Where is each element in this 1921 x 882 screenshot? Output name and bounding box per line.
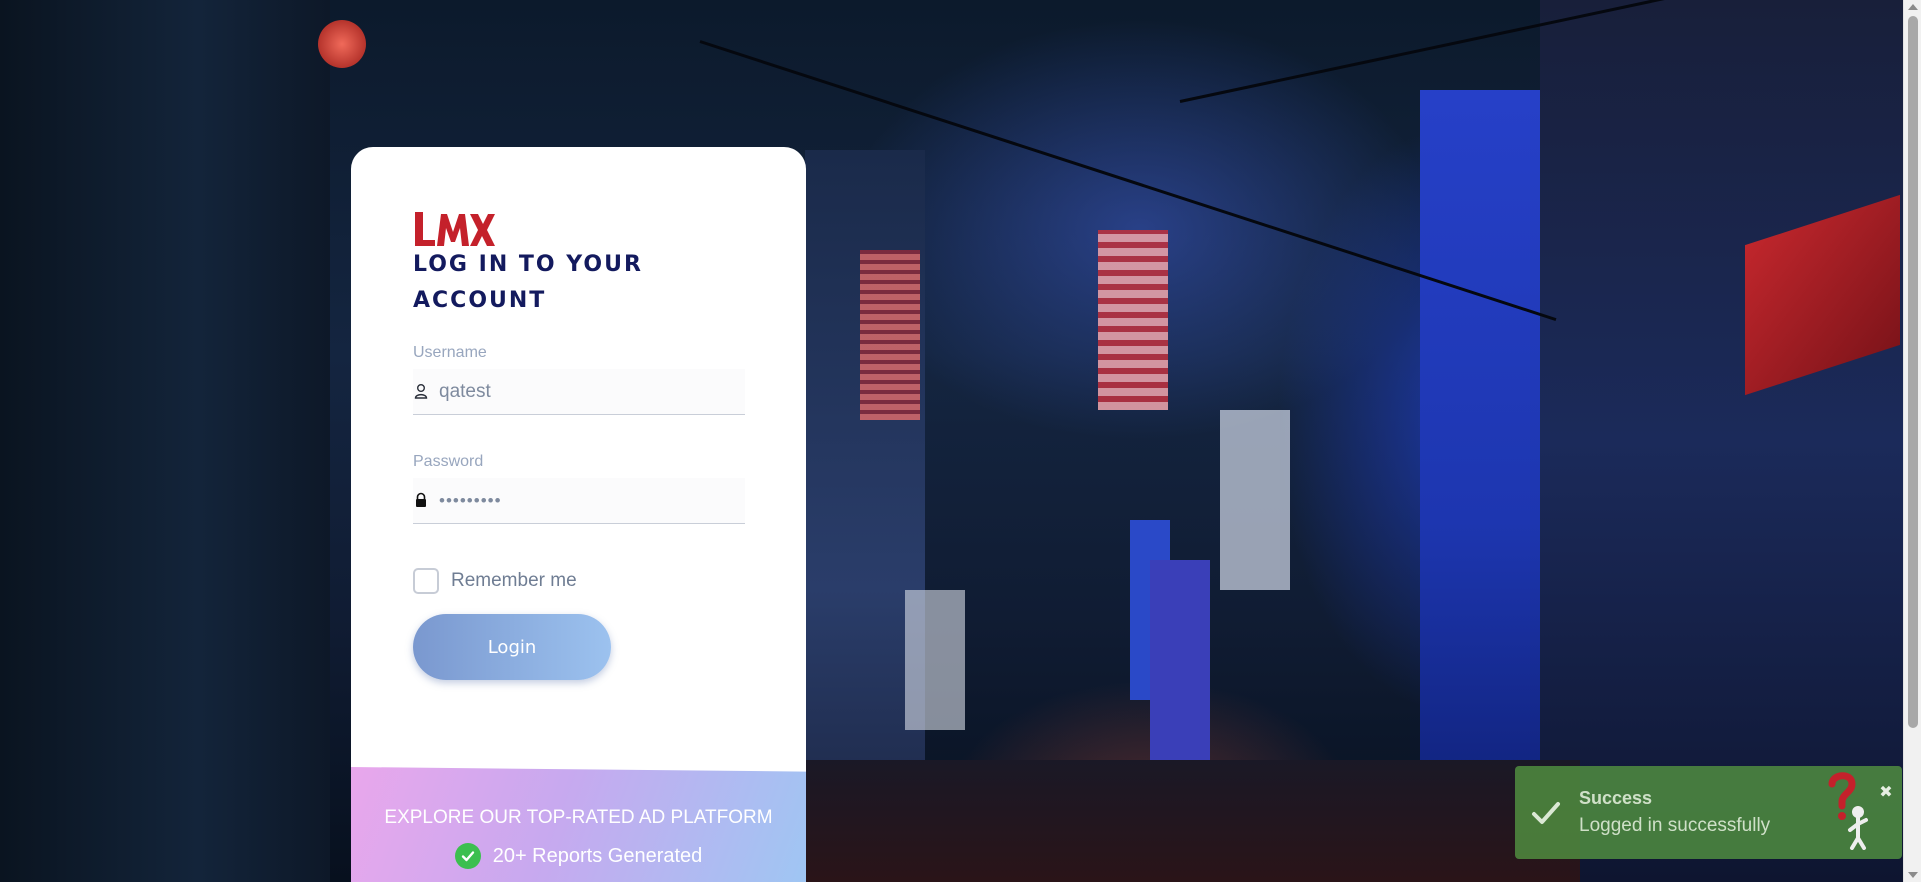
check-circle-icon	[454, 843, 481, 869]
help-mascot-icon[interactable]	[1822, 772, 1872, 850]
login-card: LOG IN TO YOUR ACCOUNT Username Password…	[351, 147, 806, 882]
title-line-1: LOG IN TO YOUR	[413, 252, 643, 277]
password-field[interactable]	[413, 478, 745, 524]
remember-me-checkbox[interactable]	[413, 568, 439, 594]
username-label: Username	[413, 344, 487, 361]
promo-item: 20+ Reports Generated	[351, 843, 806, 869]
username-input[interactable]	[439, 377, 735, 407]
page-scrollbar[interactable]	[1903, 0, 1921, 882]
login-button[interactable]: Login	[413, 614, 611, 680]
username-field[interactable]	[413, 369, 745, 415]
toast-title: Success	[1579, 788, 1653, 808]
remember-me-label[interactable]: Remember me	[451, 570, 577, 592]
check-icon	[1532, 802, 1560, 824]
page-title: LOG IN TO YOUR ACCOUNT	[413, 247, 713, 319]
scroll-up-arrow-icon[interactable]	[1908, 4, 1918, 10]
toast-message: Logged in successfully	[1579, 815, 1771, 836]
password-label: Password	[413, 453, 484, 470]
promo-banner: EXPLORE OUR TOP-RATED AD PLATFORM 20+ Re…	[351, 767, 806, 882]
password-input[interactable]	[439, 486, 735, 516]
scrollbar-thumb[interactable]	[1908, 16, 1918, 728]
promo-title: EXPLORE OUR TOP-RATED AD PLATFORM	[384, 807, 773, 828]
remember-me[interactable]: Remember me	[413, 567, 577, 595]
lock-icon	[416, 492, 426, 507]
user-icon	[414, 384, 428, 399]
scroll-down-arrow-icon[interactable]	[1908, 872, 1918, 878]
close-icon[interactable]: ✖	[1878, 784, 1894, 800]
lmx-logo	[415, 212, 495, 246]
title-line-2: ACCOUNT	[413, 288, 547, 313]
city-background	[0, 0, 1903, 882]
promo-item-text: 20+ Reports Generated	[492, 844, 703, 867]
